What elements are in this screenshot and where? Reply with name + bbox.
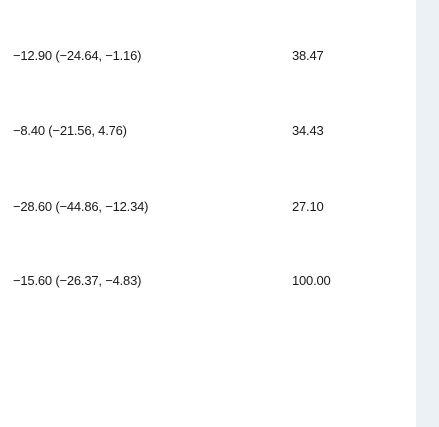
weight-value: 34.43 (292, 123, 324, 138)
table-row: −12.90 (−24.64, −1.16) 38.47 (0, 46, 416, 66)
table-fragment: −12.90 (−24.64, −1.16) 38.47 −8.40 (−21.… (0, 0, 416, 427)
table-row: −8.40 (−21.56, 4.76) 34.43 (0, 121, 416, 141)
weight-value: 38.47 (292, 48, 324, 63)
weight-value: 27.10 (292, 199, 324, 214)
table-row: −15.60 (−26.37, −4.83) 100.00 (0, 271, 416, 291)
effect-estimate-ci: −8.40 (−21.56, 4.76) (13, 123, 127, 138)
effect-estimate-ci: −12.90 (−24.64, −1.16) (13, 48, 142, 63)
effect-estimate-ci: −15.60 (−26.37, −4.83) (13, 273, 142, 288)
weight-value: 100.00 (292, 273, 331, 288)
table-row: −28.60 (−44.86, −12.34) 27.10 (0, 197, 416, 217)
side-panel (416, 0, 439, 427)
effect-estimate-ci: −28.60 (−44.86, −12.34) (13, 199, 149, 214)
